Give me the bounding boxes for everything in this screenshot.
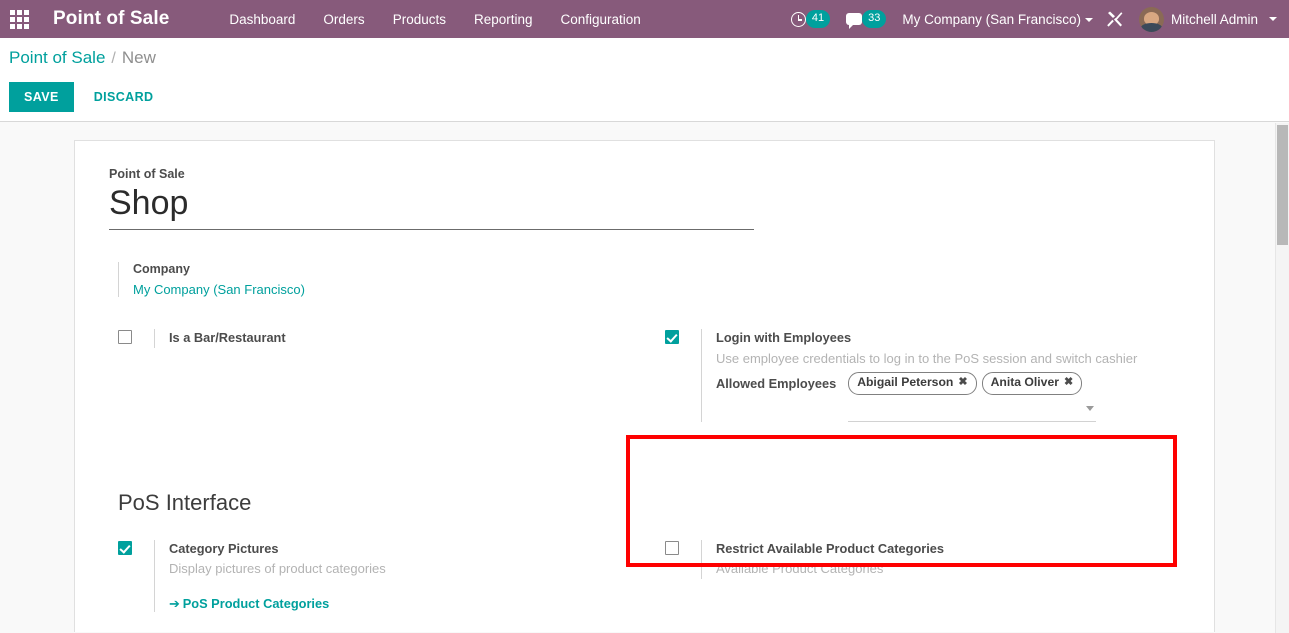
avatar [1138,6,1164,32]
clock-icon [790,11,806,27]
company-group: Company My Company (San Francisco) [109,262,1180,298]
apps-grid-icon[interactable] [4,0,34,38]
top-navbar: Point of Sale Dashboard Orders Products … [0,0,1289,38]
breadcrumb-root[interactable]: Point of Sale [9,48,105,68]
pos-interface-group: Category Pictures Display pictures of pr… [109,539,1180,632]
allowed-employees-label: Allowed Employees [716,376,837,392]
company-label: Company [133,262,190,277]
restrict-categories-checkbox[interactable] [665,540,679,555]
messages-menu[interactable]: 33 [846,10,887,29]
messages-counter: 33 [862,10,887,28]
allowed-employees-input[interactable] [848,405,1097,422]
is-bar-restaurant-checkbox[interactable] [118,330,132,345]
category-pictures-checkbox[interactable] [118,540,132,555]
pos-product-categories-link-label: PoS Product Categories [182,595,330,611]
login-with-employees-description: Use employee credentials to log in to th… [716,350,1138,366]
chat-icon [846,13,863,29]
employee-tag-label: Anita Oliver [990,375,1059,390]
category-pictures-label: Category Pictures [169,540,279,556]
menu-item-configuration[interactable]: Configuration [559,8,643,31]
restrict-categories-label: Restrict Available Product Categories [716,540,945,556]
company-switcher-label: My Company (San Francisco) [902,11,1081,27]
activities-counter: 41 [805,10,831,28]
login-with-employees-checkbox[interactable] [665,330,679,345]
pos-name-input[interactable] [109,184,754,231]
category-pictures-description: Display pictures of product categories [169,561,386,577]
is-bar-restaurant-label: Is a Bar/Restaurant [169,330,286,346]
content-area: Point of Sale Company My Company (San Fr… [0,122,1289,632]
app-brand-title: Point of Sale [53,8,170,29]
main-menu: Dashboard Orders Products Reporting Conf… [227,8,642,31]
record-actions: SAVE DISCARD [0,82,1289,112]
menu-item-dashboard[interactable]: Dashboard [227,8,297,31]
setting-login-with-employees: Login with Employees Use employee creden… [665,329,1180,422]
activities-menu[interactable]: 41 [790,10,831,28]
employee-tag[interactable]: Abigail Peterson ✖ [848,372,977,395]
company-value[interactable]: My Company (San Francisco) [133,282,305,297]
company-switcher[interactable]: My Company (San Francisco) [902,12,1093,27]
allowed-employees-field: Allowed Employees Abigail Peterson ✖ Ani… [716,372,1180,422]
breadcrumb-current: New [121,48,156,67]
discard-button[interactable]: DISCARD [82,82,166,112]
employee-tag-label: Abigail Peterson [857,375,954,390]
primary-settings-group: Is a Bar/Restaurant Login with Employees… [109,329,1180,448]
save-button[interactable]: SAVE [9,82,74,112]
form-sheet: Point of Sale Company My Company (San Fr… [74,140,1215,632]
breadcrumb-separator: / [111,50,116,67]
allowed-employees-tags: Abigail Peterson ✖ Anita Oliver ✖ [848,372,1096,395]
breadcrumb: Point of Sale / New [0,48,1289,68]
close-icon[interactable]: ✖ [958,375,967,391]
login-with-employees-label: Login with Employees [716,330,852,346]
control-panel: Point of Sale / New SAVE DISCARD [0,38,1289,122]
restrict-categories-description: Available Product Categories [716,561,884,577]
model-label: Point of Sale [109,167,185,181]
setting-is-bar-restaurant: Is a Bar/Restaurant [118,329,639,348]
navbar-right-tools: 41 33 My Company (San Francisco) Mitchel… [790,6,1277,32]
tools-icon[interactable] [1106,11,1123,28]
close-icon[interactable]: ✖ [1064,375,1073,391]
menu-item-orders[interactable]: Orders [321,8,366,31]
pos-product-categories-link[interactable]: ➔ PoS Product Categories [169,596,329,612]
user-menu-label: Mitchell Admin [1170,11,1258,27]
menu-item-products[interactable]: Products [391,8,448,31]
user-menu[interactable]: Mitchell Admin [1138,6,1277,32]
setting-restrict-categories: Restrict Available Product Categories Av… [665,539,1180,579]
setting-category-pictures: Category Pictures Display pictures of pr… [118,539,639,612]
company-field: Company My Company (San Francisco) [118,262,639,298]
arrow-right-icon: ➔ [169,595,180,611]
chevron-down-icon [1269,17,1277,21]
pos-interface-section-title: PoS Interface [118,489,252,515]
menu-item-reporting[interactable]: Reporting [472,8,535,31]
vertical-scrollbar-thumb[interactable] [1277,125,1288,245]
employee-tag[interactable]: Anita Oliver ✖ [981,372,1083,395]
chevron-down-icon [1084,17,1093,22]
chevron-down-icon[interactable] [1086,405,1095,411]
